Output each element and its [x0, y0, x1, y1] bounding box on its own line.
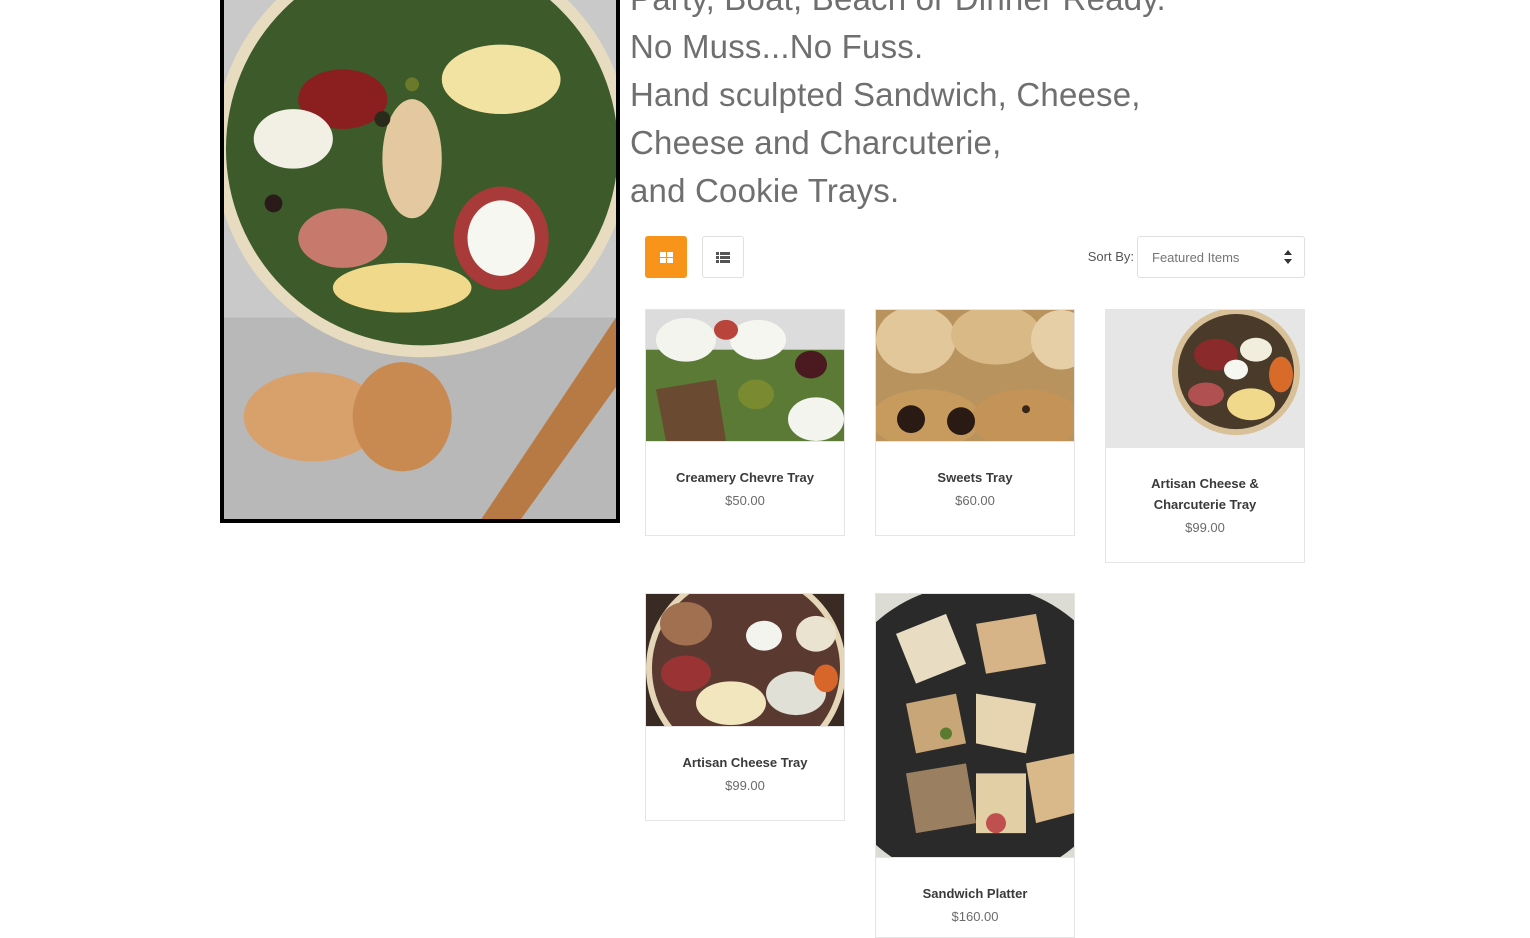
- product-title[interactable]: Creamery Chevre Tray: [656, 467, 834, 488]
- headline-line: and Cookie Trays.: [630, 172, 900, 209]
- product-image[interactable]: [876, 594, 1074, 858]
- sort-select[interactable]: Featured Items: [1137, 236, 1305, 278]
- hero-image: [220, 0, 620, 523]
- product-image[interactable]: [1106, 310, 1304, 448]
- headline-line: Hand sculpted Sandwich, Cheese,: [630, 76, 1141, 113]
- headline-line: No Muss...No Fuss.: [630, 28, 924, 65]
- product-card[interactable]: Sweets Tray $60.00: [875, 309, 1075, 536]
- product-image[interactable]: [876, 310, 1074, 442]
- product-title[interactable]: Sandwich Platter: [886, 883, 1064, 904]
- list-icon: [716, 251, 730, 263]
- product-price: $99.00: [1185, 520, 1225, 535]
- product-image[interactable]: [646, 310, 844, 442]
- product-card[interactable]: Artisan Cheese Tray $99.00: [645, 593, 845, 821]
- product-price: $50.00: [725, 493, 765, 508]
- sort-label: Sort By:: [1087, 249, 1134, 264]
- sort-select-value: Featured Items: [1152, 249, 1240, 265]
- product-price: $99.00: [725, 778, 765, 793]
- product-title[interactable]: Artisan Cheese Tray: [656, 752, 834, 773]
- product-price: $60.00: [955, 493, 995, 508]
- grid-icon: [659, 251, 673, 263]
- product-card[interactable]: Sandwich Platter $160.00: [875, 593, 1075, 938]
- product-image[interactable]: [646, 594, 844, 727]
- list-view-button[interactable]: [702, 236, 744, 278]
- product-card[interactable]: Creamery Chevre Tray $50.00: [645, 309, 845, 536]
- product-title[interactable]: Artisan Cheese & Charcuterie Tray: [1116, 473, 1294, 515]
- product-title[interactable]: Sweets Tray: [886, 467, 1064, 488]
- headline: Party, Boat, Beach or Dinner Ready. No M…: [630, 0, 1250, 215]
- product-price: $160.00: [951, 909, 999, 924]
- product-card[interactable]: Artisan Cheese & Charcuterie Tray $99.00: [1105, 309, 1305, 563]
- sort-arrows-icon: [1284, 250, 1292, 264]
- grid-view-button[interactable]: [645, 236, 687, 278]
- headline-line: Party, Boat, Beach or Dinner Ready.: [630, 0, 1250, 23]
- headline-line: Cheese and Charcuterie,: [630, 124, 1002, 161]
